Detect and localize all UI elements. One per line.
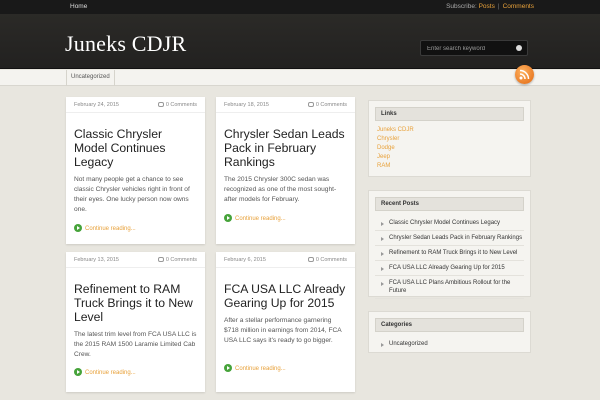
widget-title: Recent Posts [375,197,524,211]
comments-link[interactable]: 0 Comments [307,102,347,108]
separator: | [497,3,500,10]
widget-title: Categories [375,318,524,332]
post-card: February 18, 2015 0 Comments Chrysler Se… [216,97,355,244]
recent-posts-list: Classic Chrysler Model Continues Legacy … [375,216,524,299]
categories-widget: Categories Uncategorized [368,311,531,353]
rss-icon[interactable] [515,65,534,84]
link-item[interactable]: Dodge [375,144,524,153]
comments-link[interactable]: 0 Comments [307,257,347,263]
post-card: February 13, 2015 0 Comments Refinement … [66,252,205,392]
comments-link[interactable]: 0 Comments [157,257,197,263]
post-title[interactable]: Refinement to RAM Truck Brings it to New… [74,282,197,324]
post-meta: February 6, 2015 0 Comments [216,252,355,268]
site-title[interactable]: Juneks CDJR [65,31,186,57]
post-date: February 24, 2015 [74,102,119,108]
post-title[interactable]: Chrysler Sedan Leads Pack in February Ra… [224,127,347,169]
posts-feed-link[interactable]: Posts [479,3,495,10]
search-box [420,40,528,56]
subscribe-label: Subscribe: [446,3,477,10]
arrow-right-icon [74,224,82,232]
recent-posts-widget: Recent Posts Classic Chrysler Model Cont… [368,190,531,299]
comments-feed-link[interactable]: Comments [503,3,534,10]
comment-icon [307,102,314,107]
recent-post-item[interactable]: Chrysler Sedan Leads Pack in February Ra… [375,231,524,246]
post-excerpt: The 2015 Chrysler 300C sedan was recogni… [224,176,337,203]
top-bar: Home Subscribe: Posts | Comments [0,0,600,14]
arrow-right-icon [224,364,232,372]
comments-count: 0 Comments [315,257,347,263]
continue-reading-label: Continue reading... [85,370,136,376]
continue-reading-link[interactable]: Continue reading... [74,368,136,376]
continue-reading-link[interactable]: Continue reading... [224,214,286,222]
comment-icon [157,102,164,107]
continue-reading-label: Continue reading... [235,216,286,222]
post-date: February 18, 2015 [224,102,269,108]
post-excerpt: Not many people get a chance to see clas… [74,176,190,213]
comment-icon [307,257,314,262]
post-meta: February 24, 2015 0 Comments [66,97,205,113]
post-excerpt: The latest trim level from FCA USA LLC i… [74,331,197,358]
comments-count: 0 Comments [315,102,347,108]
link-item[interactable]: Jeep [375,153,524,162]
link-item[interactable]: Juneks CDJR [375,126,524,135]
comments-count: 0 Comments [165,257,197,263]
widget-title: Links [375,107,524,121]
continue-reading-link[interactable]: Continue reading... [224,364,286,372]
link-item[interactable]: RAM [375,162,524,171]
arrow-right-icon [74,368,82,376]
comments-link[interactable]: 0 Comments [157,102,197,108]
continue-reading-link[interactable]: Continue reading... [74,224,136,232]
recent-post-item[interactable]: Classic Chrysler Model Continues Legacy [375,216,524,231]
link-item[interactable]: Chrysler [375,135,524,144]
recent-post-item[interactable]: FCA USA LLC Plans Ambitious Rollout for … [375,276,524,299]
post-date: February 13, 2015 [74,257,119,263]
post-title[interactable]: FCA USA LLC Already Gearing Up for 2015 [224,282,347,310]
links-widget: Links Juneks CDJR Chrysler Dodge Jeep RA… [368,100,531,177]
comments-count: 0 Comments [165,102,197,108]
category-item[interactable]: Uncategorized [375,337,524,351]
post-meta: February 18, 2015 0 Comments [216,97,355,113]
post-meta: February 13, 2015 0 Comments [66,252,205,268]
arrow-right-icon [224,214,232,222]
subscribe-area: Subscribe: Posts | Comments [446,3,534,10]
search-icon[interactable] [516,45,522,51]
search-input[interactable] [427,44,513,53]
recent-post-item[interactable]: Refinement to RAM Truck Brings it to New… [375,246,524,261]
links-list: Juneks CDJR Chrysler Dodge Jeep RAM [375,126,524,171]
categories-list: Uncategorized [375,337,524,351]
post-card: February 6, 2015 0 Comments FCA USA LLC … [216,252,355,392]
home-link[interactable]: Home [70,3,87,10]
post-title[interactable]: Classic Chrysler Model Continues Legacy [74,127,197,169]
site-header: Juneks CDJR [0,14,600,69]
continue-reading-label: Continue reading... [235,366,286,372]
continue-reading-label: Continue reading... [85,226,136,232]
category-nav: Uncategorized [0,70,600,86]
post-date: February 6, 2015 [224,257,266,263]
nav-item-uncategorized[interactable]: Uncategorized [66,70,115,86]
post-card: February 24, 2015 0 Comments Classic Chr… [66,97,205,244]
post-excerpt: After a stellar performance garnering $7… [224,317,342,344]
comment-icon [157,257,164,262]
recent-post-item[interactable]: FCA USA LLC Already Gearing Up for 2015 [375,261,524,276]
